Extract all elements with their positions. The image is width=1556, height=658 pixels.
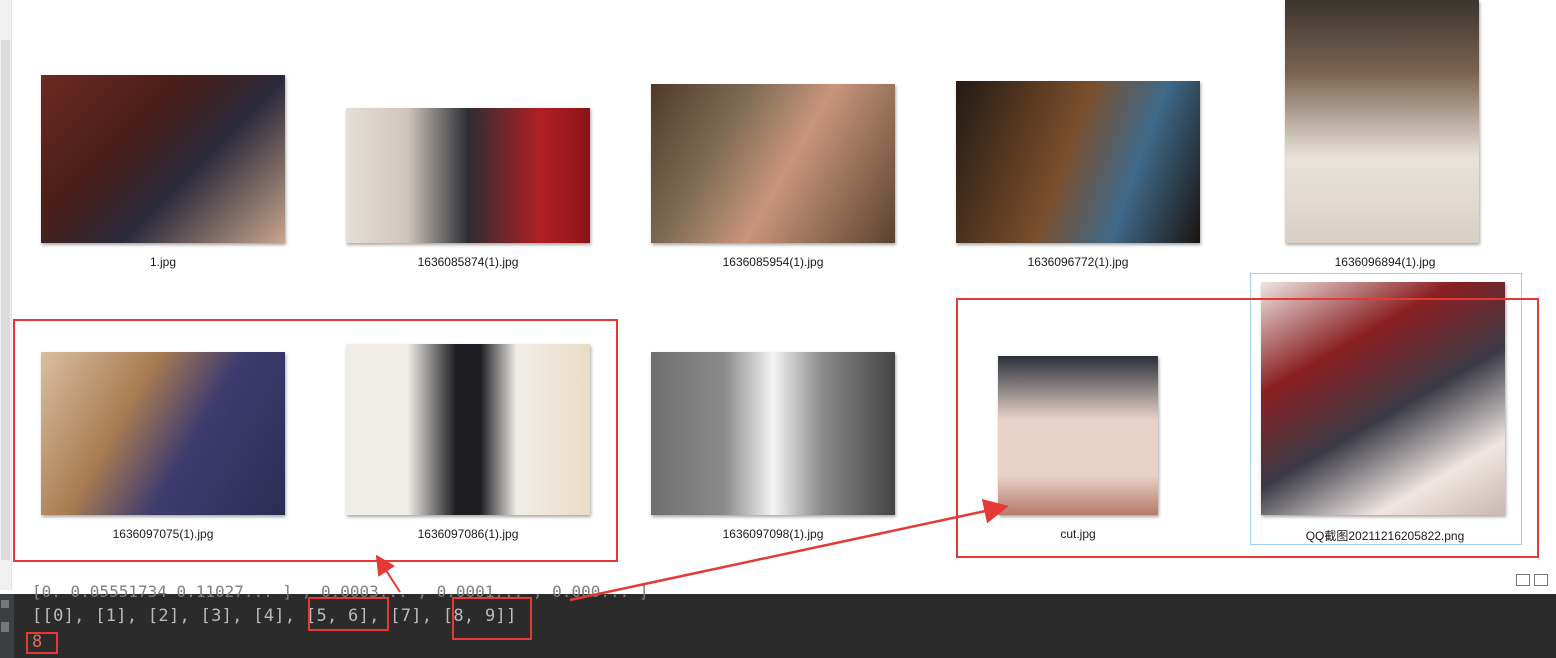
view-mode-toggles: [1516, 574, 1548, 586]
file-thumbnail-5[interactable]: [1285, 0, 1479, 243]
file-thumbnail-2[interactable]: [346, 108, 590, 243]
file-explorer-view: 1.jpg 1636085874(1).jpg 1636085954(1).jp…: [0, 0, 1556, 594]
file-thumbnail-4[interactable]: [956, 81, 1200, 243]
console-output: [0. 0.05551734 0.11027... ] , 0.0003... …: [0, 582, 1556, 658]
annotation-box-count: [26, 632, 58, 654]
file-name[interactable]: 1636097098(1).jpg: [643, 527, 903, 541]
file-name[interactable]: 1636085874(1).jpg: [338, 255, 598, 269]
console-output-line: [[0], [1], [2], [3], [4], [5, 6], [7], […: [32, 606, 517, 626]
annotation-box-group-5-6: [13, 319, 618, 562]
annotation-box-8-9: [452, 597, 532, 640]
rerun-icon[interactable]: [1, 600, 9, 608]
annotation-box-5-6: [308, 597, 389, 631]
file-name[interactable]: 1636096772(1).jpg: [948, 255, 1208, 269]
file-name[interactable]: 1636085954(1).jpg: [643, 255, 903, 269]
file-thumbnail-3[interactable]: [651, 84, 895, 243]
scrollbar-thumb[interactable]: [1, 40, 10, 560]
console-gutter: [0, 594, 14, 658]
stop-icon[interactable]: [1, 622, 9, 632]
file-thumbnail-1[interactable]: [41, 75, 285, 243]
vertical-scrollbar[interactable]: [0, 0, 12, 590]
file-name[interactable]: 1636096894(1).jpg: [1255, 255, 1515, 269]
annotation-box-group-8-9: [956, 298, 1539, 558]
file-name[interactable]: 1.jpg: [33, 255, 293, 269]
file-thumbnail-8[interactable]: [651, 352, 895, 515]
thumbnail-view-icon[interactable]: [1534, 574, 1548, 586]
details-view-icon[interactable]: [1516, 574, 1530, 586]
